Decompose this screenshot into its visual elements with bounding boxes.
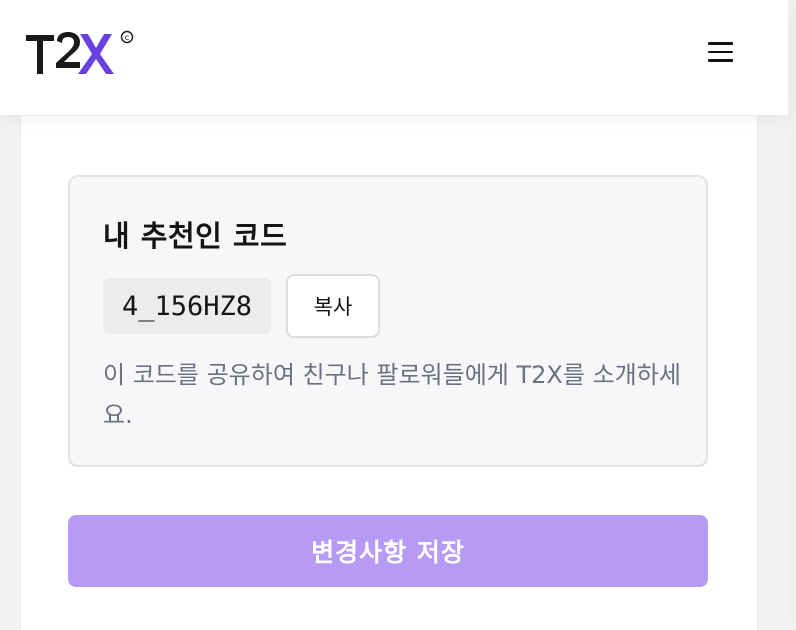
referral-description: 이 코드를 공유하여 친구나 팔로워들에게 T2X를 소개하세요.	[103, 361, 681, 429]
top-header: c	[0, 0, 788, 116]
svg-text:c: c	[125, 33, 129, 42]
hamburger-menu-icon	[707, 42, 733, 45]
menu-button[interactable]	[702, 36, 738, 68]
copy-button[interactable]: 복사	[286, 274, 380, 338]
referral-code: 4_156HZ8	[103, 278, 271, 334]
scrollbar-track[interactable]	[788, 0, 796, 622]
save-changes-button[interactable]: 변경사항 저장	[68, 515, 708, 587]
referral-title: 내 추천인 코드	[103, 219, 288, 253]
t2x-logo-icon: c	[26, 30, 134, 74]
referral-card: 내 추천인 코드 4_156HZ8 복사 이 코드를 공유하여 친구나 팔로워들…	[68, 175, 708, 467]
t2x-logo[interactable]: c	[24, 28, 136, 78]
